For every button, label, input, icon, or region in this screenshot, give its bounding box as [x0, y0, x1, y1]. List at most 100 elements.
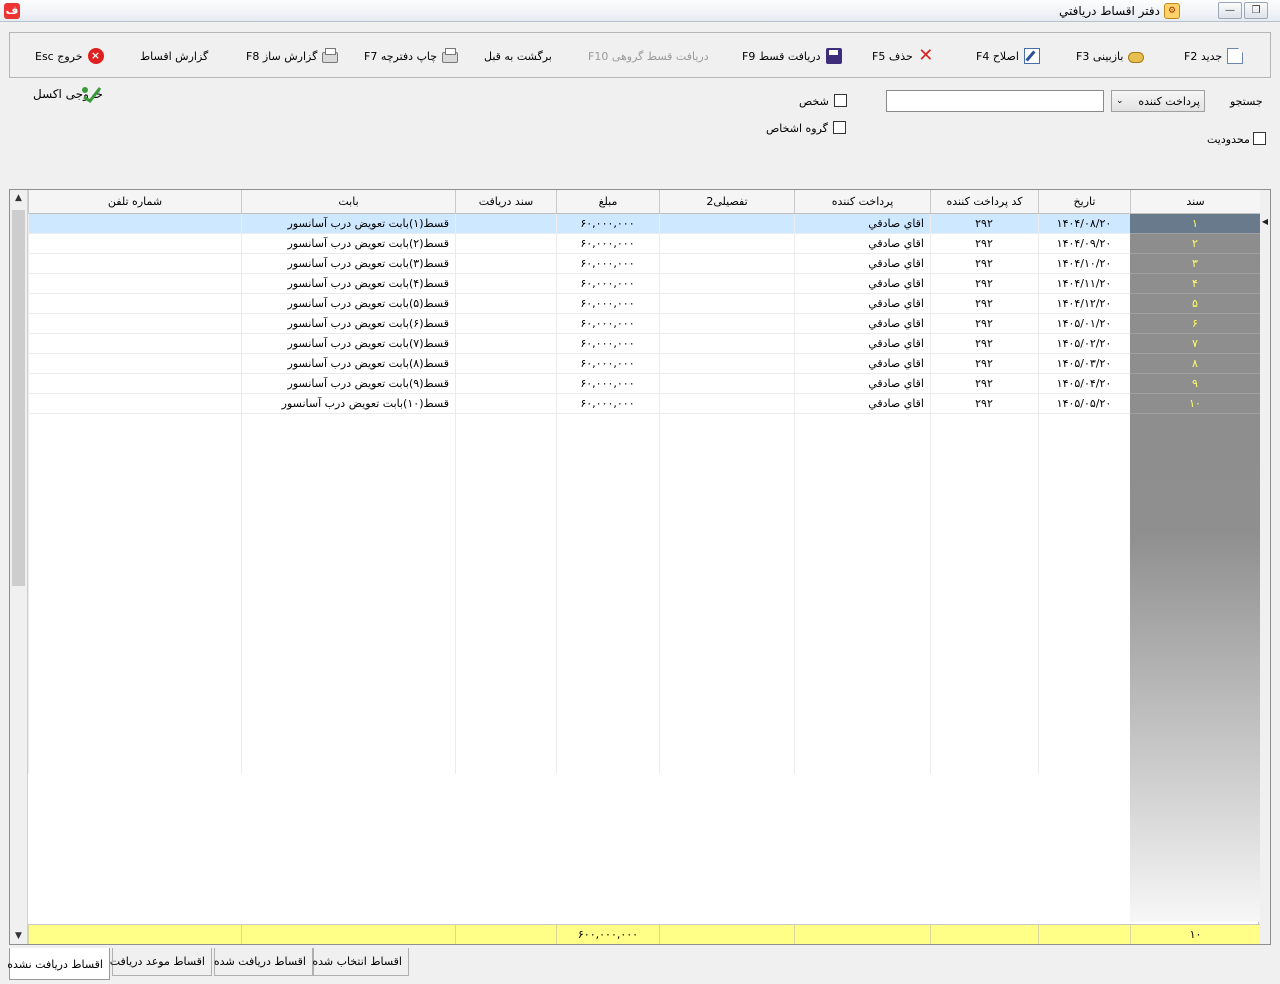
- cell-code: ۲۹۲: [975, 257, 993, 270]
- search-input[interactable]: [886, 90, 1104, 112]
- person-group-label: گروه اشخاص: [766, 122, 828, 135]
- cell-amount: ۶۰,۰۰۰,۰۰۰: [580, 397, 635, 410]
- group-receive-button[interactable]: دریافت قسط گروهی F10: [588, 45, 709, 67]
- column-header-phone[interactable]: شماره تلفن: [28, 190, 241, 214]
- scrollbar-thumb[interactable]: [12, 210, 25, 586]
- footer-amount-total: ۶۰۰,۰۰۰,۰۰۰: [556, 925, 659, 944]
- receive-installment-button[interactable]: دریافت قسط F9: [742, 45, 842, 67]
- cell-detail2: [659, 394, 794, 414]
- print-booklet-button[interactable]: چاپ دفترچه F7: [364, 45, 459, 67]
- delete-x-icon: ✕: [918, 45, 934, 66]
- table-row[interactable]: ۱۴۰۴/۱۲/۲۰ ۲۹۲ اقاي صادقي ۶۰,۰۰۰,۰۰۰ قسط(۵)ب…: [28, 294, 1130, 314]
- window-title: دفتر اقساط دریافتي: [1059, 4, 1160, 18]
- cell-payer: اقاي صادقي: [868, 297, 924, 310]
- edit-button[interactable]: اصلاح F4: [976, 45, 1040, 67]
- cell-sanad[interactable]: ۸: [1130, 354, 1260, 374]
- table-row[interactable]: ۱۴۰۴/۱۱/۲۰ ۲۹۲ اقاي صادقي ۶۰,۰۰۰,۰۰۰ قسط(۴)ب…: [28, 274, 1130, 294]
- exit-button[interactable]: × خروج Esc: [35, 45, 104, 67]
- delete-button[interactable]: ✕ حذف F5: [872, 45, 934, 67]
- vertical-scrollbar[interactable]: ▲ ▼: [10, 190, 28, 944]
- cell-for: قسط(۷)بابت تعويض درب آسانسور: [287, 337, 449, 350]
- cell-code: ۲۹۲: [975, 317, 993, 330]
- tab-0[interactable]: اقساط دریافت نشده: [7, 948, 110, 980]
- column-header-payer[interactable]: پرداخت کننده: [794, 190, 930, 214]
- tab-1[interactable]: اقساط موعد دریافت: [110, 948, 212, 976]
- scroll-up-icon[interactable]: ▲: [10, 190, 27, 207]
- table-row[interactable]: ۱۴۰۵/۰۵/۲۰ ۲۹۲ اقاي صادقي ۶۰,۰۰۰,۰۰۰ قسط(۱۰)…: [28, 394, 1130, 414]
- column-header-detail2[interactable]: تفصیلی2: [659, 190, 794, 214]
- cell-date: ۱۴۰۵/۰۴/۲۰: [1056, 377, 1112, 390]
- cell-sanad[interactable]: ۱۰: [1130, 394, 1260, 414]
- cell-sanad[interactable]: ۳: [1130, 254, 1260, 274]
- column-header-for[interactable]: بابت: [241, 190, 455, 214]
- cell-for: قسط(۹)بابت تعويض درب آسانسور: [287, 377, 449, 390]
- cell-for: قسط(۲)بابت تعويض درب آسانسور: [287, 237, 449, 250]
- column-header-code[interactable]: کد پرداخت کننده: [930, 190, 1038, 214]
- cell-phone: [28, 334, 241, 354]
- view-button[interactable]: بازبینی F3: [1076, 45, 1145, 67]
- excel-export-icon: [81, 87, 102, 103]
- cell-code: ۲۹۲: [975, 357, 993, 370]
- tab-2[interactable]: اقساط دریافت شده: [214, 948, 313, 976]
- cell-amount: ۶۰,۰۰۰,۰۰۰: [580, 257, 635, 270]
- cell-amount: ۶۰,۰۰۰,۰۰۰: [580, 277, 635, 290]
- column-header-sanad[interactable]: سند: [1130, 190, 1260, 214]
- cell-detail2: [659, 314, 794, 334]
- limit-checkbox[interactable]: [1253, 132, 1266, 145]
- cell-sanad[interactable]: ۴: [1130, 274, 1260, 294]
- table-row[interactable]: ۱۴۰۴/۰۸/۲۰ ۲۹۲ اقاي صادقي ۶۰,۰۰۰,۰۰۰ قسط(۱)ب…: [28, 214, 1130, 234]
- column-header-doc[interactable]: سند دریافت: [455, 190, 556, 214]
- cell-amount: ۶۰,۰۰۰,۰۰۰: [580, 237, 635, 250]
- cell-doc: [455, 334, 556, 354]
- table-row[interactable]: ۱۴۰۵/۰۴/۲۰ ۲۹۲ اقاي صادقي ۶۰,۰۰۰,۰۰۰ قسط(۹)ب…: [28, 374, 1130, 394]
- table-row[interactable]: ۱۴۰۵/۰۳/۲۰ ۲۹۲ اقاي صادقي ۶۰,۰۰۰,۰۰۰ قسط(۸)ب…: [28, 354, 1130, 374]
- tab-3[interactable]: اقساط انتخاب شده: [312, 948, 409, 976]
- cell-doc: [455, 354, 556, 374]
- table-row[interactable]: ۱۴۰۵/۰۱/۲۰ ۲۹۲ اقاي صادقي ۶۰,۰۰۰,۰۰۰ قسط(۶)ب…: [28, 314, 1130, 334]
- cell-for: قسط(۱)بابت تعويض درب آسانسور: [287, 217, 449, 230]
- cell-sanad[interactable]: ۹: [1130, 374, 1260, 394]
- cell-sanad[interactable]: ۶: [1130, 314, 1260, 334]
- cell-phone: [28, 234, 241, 254]
- cell-sanad[interactable]: ۷: [1130, 334, 1260, 354]
- glasses-icon: [1128, 52, 1145, 63]
- minimize-icon[interactable]: —: [1218, 2, 1242, 19]
- printer-icon: [322, 48, 339, 63]
- cell-date: ۱۴۰۵/۰۳/۲۰: [1056, 357, 1112, 370]
- cell-doc: [455, 294, 556, 314]
- column-header-date[interactable]: تاریخ: [1038, 190, 1130, 214]
- cell-sanad[interactable]: ۵: [1130, 294, 1260, 314]
- cell-doc: [455, 314, 556, 334]
- person-group-checkbox[interactable]: [833, 121, 846, 134]
- scroll-down-icon[interactable]: ▼: [10, 928, 27, 944]
- table-row[interactable]: ۱۴۰۵/۰۲/۲۰ ۲۹۲ اقاي صادقي ۶۰,۰۰۰,۰۰۰ قسط(۷)ب…: [28, 334, 1130, 354]
- cell-for: قسط(۴)بابت تعويض درب آسانسور: [287, 277, 449, 290]
- installments-report-button[interactable]: گزارش اقساط: [140, 45, 208, 67]
- report-builder-button[interactable]: گزارش ساز F8: [246, 45, 339, 67]
- person-checkbox[interactable]: [834, 94, 847, 107]
- cell-detail2: [659, 214, 794, 234]
- new-document-icon: [1227, 48, 1244, 64]
- column-header-amount[interactable]: مبلغ: [556, 190, 659, 214]
- cell-sanad[interactable]: ۱: [1130, 214, 1260, 234]
- footer-cell: [1038, 925, 1130, 944]
- cell-payer: اقاي صادقي: [868, 377, 924, 390]
- cell-sanad[interactable]: ۲: [1130, 234, 1260, 254]
- person-label: شخص: [799, 95, 829, 108]
- new-button[interactable]: جدید F2: [1184, 45, 1244, 67]
- restore-icon[interactable]: ❐: [1244, 2, 1268, 19]
- exit-icon: ×: [87, 48, 104, 64]
- toolbar: جدید F2 بازبینی F3 اصلاح F4 ✕ حذف F5 دری…: [9, 32, 1271, 78]
- cell-doc: [455, 214, 556, 234]
- cell-amount: ۶۰,۰۰۰,۰۰۰: [580, 357, 635, 370]
- cell-code: ۲۹۲: [975, 237, 993, 250]
- excel-export-button[interactable]: خروجی اکسل: [33, 87, 103, 103]
- table-row[interactable]: ۱۴۰۴/۱۰/۲۰ ۲۹۲ اقاي صادقي ۶۰,۰۰۰,۰۰۰ قسط(۳)ب…: [28, 254, 1130, 274]
- cell-date: ۱۴۰۵/۰۱/۲۰: [1056, 317, 1112, 330]
- search-field-select[interactable]: پرداخت کننده ⌄: [1111, 90, 1205, 112]
- cell-phone: [28, 254, 241, 274]
- table-row[interactable]: ۱۴۰۴/۰۹/۲۰ ۲۹۲ اقاي صادقي ۶۰,۰۰۰,۰۰۰ قسط(۲)ب…: [28, 234, 1130, 254]
- back-button[interactable]: برگشت به قبل: [484, 45, 552, 67]
- cell-payer: اقاي صادقي: [868, 257, 924, 270]
- cell-doc: [455, 234, 556, 254]
